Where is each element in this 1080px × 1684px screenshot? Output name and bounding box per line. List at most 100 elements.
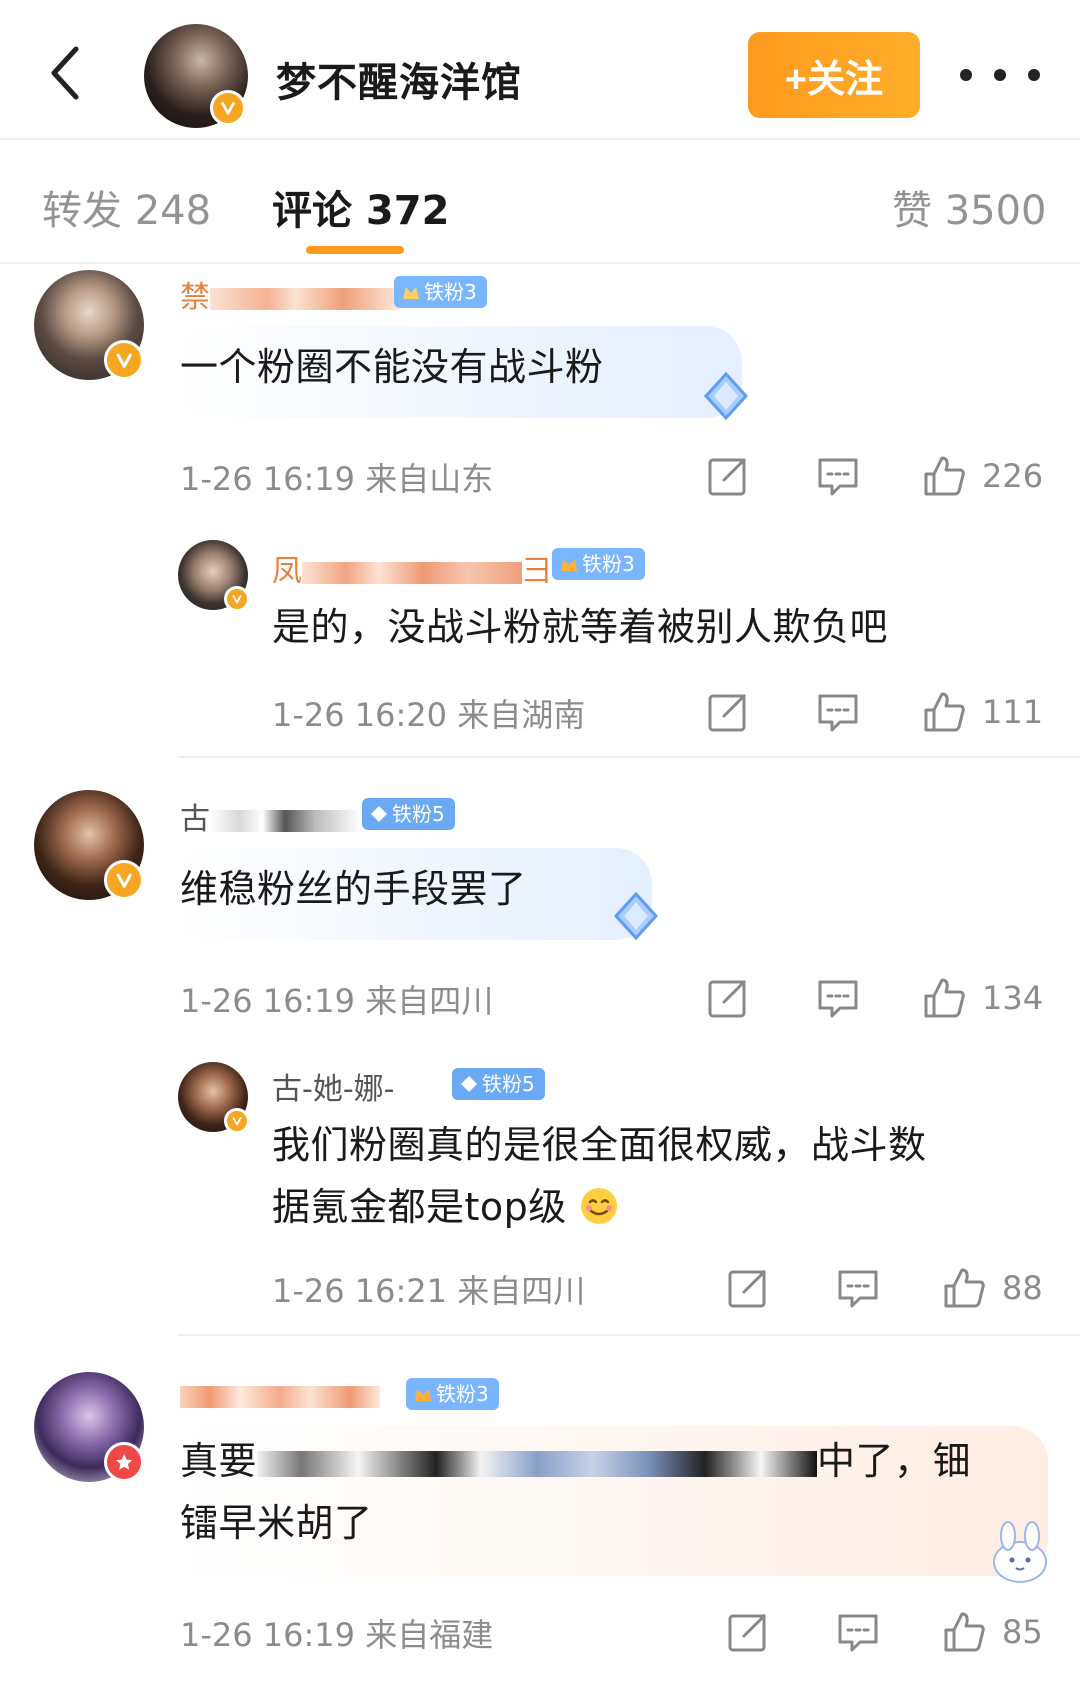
more-dots-icon[interactable] [960,50,1040,100]
tab-comments[interactable]: 评论 372 [272,178,449,236]
like-button[interactable]: 85 [942,1610,1043,1654]
tab-likes[interactable]: 赞 3500 [892,178,1047,236]
redacted-name [180,1385,380,1408]
redacted-name [210,287,400,310]
comment-meta: 1-26 16:19 来自山东 [180,460,494,498]
comment-text: 一个粉圈不能没有战斗粉 [180,345,604,389]
comment-text-start: 真要 [180,1439,258,1483]
comment-meta: 1-26 16:19 来自四川 [180,982,494,1020]
share-icon [708,980,746,1018]
reply-button[interactable] [816,976,860,1020]
commenter-name[interactable]: 禁 [180,272,400,316]
comment-meta: 1-26 16:19 来自福建 [180,1616,494,1654]
thumbs-up-icon [924,692,965,732]
verified-badge-icon [104,340,144,380]
bunny-sticker-icon [993,1521,1047,1583]
fan-badge-label: 铁粉5 [482,1072,535,1096]
comment-divider [178,1334,1080,1336]
active-tab-indicator [306,246,404,254]
fan-badge: 铁粉3 [394,276,487,308]
diamond-icon [613,891,659,941]
fan-badge: 铁粉5 [452,1068,545,1100]
redacted-text [257,1450,818,1477]
commenter-avatar[interactable] [34,790,144,900]
like-button[interactable]: 134 [922,976,1043,1020]
comment-icon [818,458,858,496]
diamond-icon [461,1076,477,1092]
like-button[interactable]: 111 [922,690,1043,734]
emoji-icon [581,1188,618,1224]
replier-name-end: 彐 [522,554,552,589]
comment-icon [838,1270,878,1308]
red-star-badge-icon [104,1442,144,1482]
commenter-avatar[interactable] [34,270,144,380]
fan-badge: 铁粉3 [552,548,645,580]
like-count: 111 [982,693,1044,731]
fan-badge-label: 铁粉5 [392,802,445,826]
verified-badge-icon [224,1108,250,1134]
thumbs-up-icon [924,456,965,496]
like-count: 88 [1002,1269,1043,1307]
reply-text-line1: 我们粉圈真的是很全面很权威，战斗数 [272,1123,927,1167]
diamond-icon [703,371,749,421]
redacted-name [302,561,522,584]
replier-name[interactable]: 古-她-娜- [272,1064,394,1108]
fan-badge-label: 铁粉3 [582,552,635,576]
reply-button[interactable] [836,1610,880,1654]
like-count: 85 [1002,1613,1043,1651]
commenter-name-visible: 古 [180,802,210,837]
verified-badge-icon [104,860,144,900]
share-icon [708,458,746,496]
verified-badge-icon [210,90,246,126]
share-icon [708,694,746,732]
verified-badge-icon [224,586,250,612]
commenter-avatar[interactable] [34,1372,144,1482]
diamond-icon [371,806,387,822]
top-bar: 梦不醒海洋馆 +关注 [0,0,1080,140]
share-icon [728,1614,766,1652]
chevron-left-icon [51,46,79,100]
comment-icon [818,980,858,1018]
comment-text: 维稳粉丝的手段罢了 [180,867,527,911]
fan-badge-icon [403,287,419,299]
replier-avatar[interactable] [178,540,250,612]
share-button[interactable] [726,1610,770,1654]
reply-button[interactable] [836,1266,880,1310]
author-name[interactable]: 梦不醒海洋馆 [276,50,522,108]
author-avatar[interactable] [144,24,248,128]
fan-badge-label: 铁粉3 [424,280,477,304]
commenter-name-visible: 禁 [180,280,210,315]
commenter-name[interactable]: 古 [180,794,360,838]
crown-icon [415,1389,431,1401]
comment-icon [838,1614,878,1652]
share-icon [728,1270,766,1308]
share-button[interactable] [706,976,750,1020]
fan-badge-label: 铁粉3 [436,1382,489,1406]
comment-divider [178,756,1080,758]
reply-button[interactable] [816,690,860,734]
comment-text-line1: 真要 中了，钿 [180,1430,971,1492]
like-button[interactable]: 226 [922,454,1043,498]
like-count: 134 [982,979,1044,1017]
share-button[interactable] [706,454,750,498]
share-button[interactable] [726,1266,770,1310]
tab-repost[interactable]: 转发 248 [42,178,211,236]
replier-name[interactable]: 凤彐 [272,546,552,590]
share-button[interactable] [706,690,750,734]
follow-button[interactable]: +关注 [748,32,920,118]
crown-icon [561,559,577,571]
commenter-name[interactable] [180,1378,380,1413]
reply-text-line2: 据氪金都是top级 [272,1176,619,1238]
redacted-name [210,809,360,832]
reply-meta: 1-26 16:20 来自湖南 [272,696,586,734]
comment-text-end: 中了，钿 [817,1439,972,1483]
reply-button[interactable] [816,454,860,498]
replier-avatar[interactable] [178,1062,250,1134]
back-button[interactable] [36,38,96,108]
tab-bar: 转发 248 评论 372 赞 3500 [0,142,1080,264]
thumbs-up-icon [944,1612,985,1652]
comment-text-line2: 镭早米胡了 [180,1501,373,1545]
comment-icon [818,694,858,732]
replier-name-start: 凤 [272,554,302,589]
like-button[interactable]: 88 [942,1266,1043,1310]
